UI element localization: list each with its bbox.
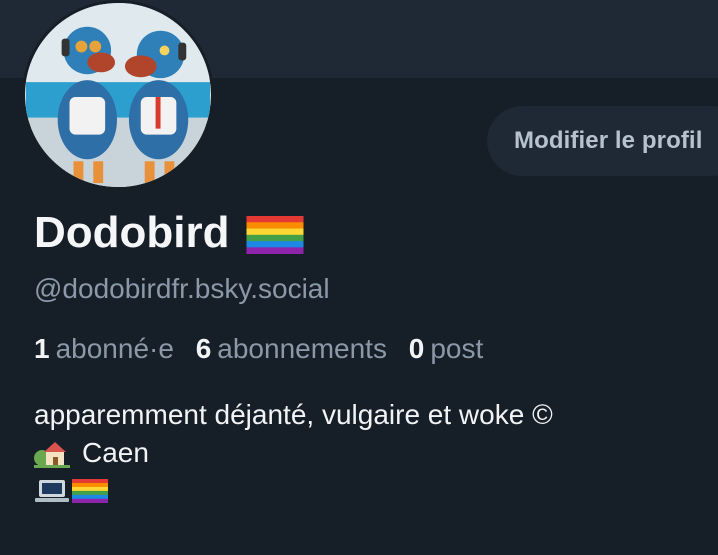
profile-bio: apparemment déjanté, vulgaire et woke © … (34, 396, 553, 510)
house-icon (34, 438, 70, 468)
laptop-icon (34, 476, 70, 506)
rainbow-flag-icon (72, 479, 108, 503)
avatar-illustration (26, 3, 210, 187)
posts-count: 0 (408, 333, 425, 364)
profile-stats: 1 abonné·e 6 abonnements 0 post (34, 330, 497, 368)
profile-display-name: Dodobird (34, 206, 304, 260)
bio-line-1: apparemment déjanté, vulgaire et woke © (34, 399, 553, 430)
edit-profile-button[interactable]: Modifier le profil (487, 106, 718, 176)
bio-line-3 (34, 472, 553, 510)
display-name-text: Dodobird (34, 208, 230, 257)
following-label: abonnements (217, 333, 387, 364)
followers-count: 1 (34, 333, 50, 364)
location-text: Caen (82, 437, 149, 468)
rainbow-flag-icon (246, 216, 304, 254)
profile-avatar[interactable] (22, 0, 214, 190)
following-count: 6 (195, 333, 212, 364)
followers-stat[interactable]: 1 abonné·e (34, 330, 174, 368)
followers-label: abonné·e (55, 333, 174, 364)
posts-stat: 0 post (409, 330, 484, 368)
posts-label: post (430, 333, 484, 364)
bio-line-2: Caen (34, 434, 553, 472)
profile-handle: @dodobirdfr.bsky.social (34, 273, 330, 304)
following-stat[interactable]: 6 abonnements (196, 330, 387, 368)
